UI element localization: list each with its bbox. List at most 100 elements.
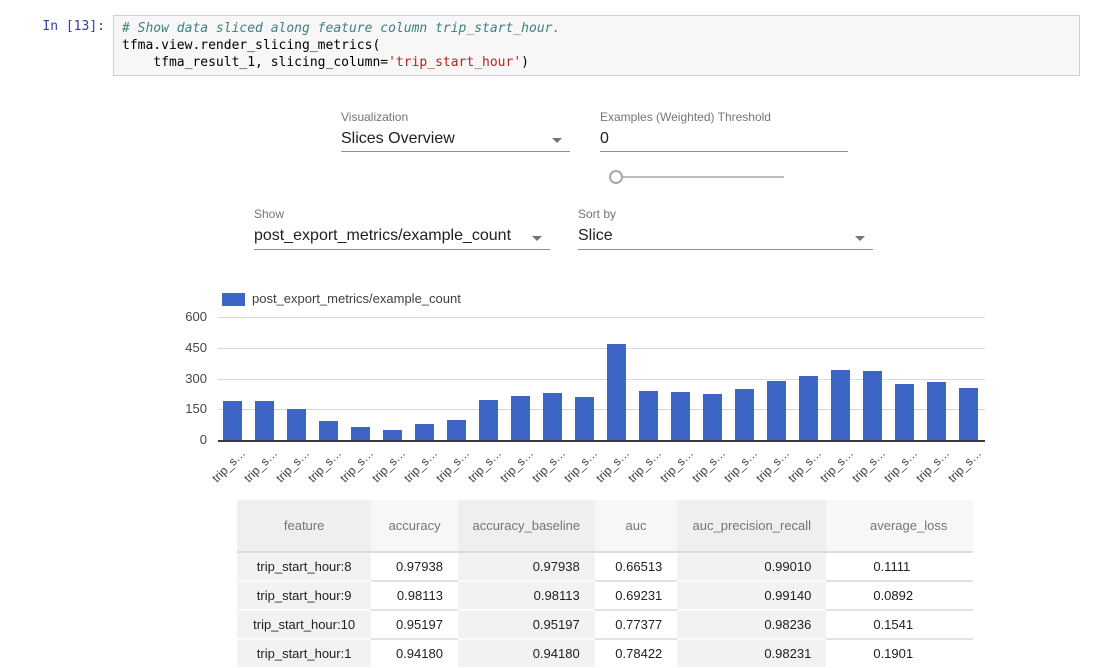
x-axis-label: trip_s… [817,446,856,485]
column-header-auc[interactable]: auc [595,500,678,553]
table-row: trip_start_hour:1 0.94180 0.94180 0.7842… [237,638,973,667]
cell-accuracy-baseline: 0.97938 [458,553,595,580]
slider-track[interactable] [616,176,784,178]
cell-auc-precision-recall: 0.98236 [677,609,826,638]
x-axis-baseline [218,440,985,442]
bar[interactable] [959,388,978,440]
bar[interactable] [351,427,370,440]
bar[interactable] [319,421,338,440]
cell-accuracy-baseline: 0.95197 [458,609,595,638]
x-axis-label: trip_s… [721,446,760,485]
threshold-slider[interactable] [609,170,785,184]
x-axis-label: trip_s… [913,446,952,485]
bar[interactable] [287,409,306,440]
cell-auc: 0.66513 [595,553,678,580]
x-axis-label: trip_s… [625,446,664,485]
visualization-select[interactable]: Visualization Slices Overview [341,110,570,152]
x-axis-label: trip_s… [753,446,792,485]
field-underline [341,151,570,152]
sort-by-select[interactable]: Sort by Slice [578,207,873,250]
threshold-value: 0 [600,129,848,149]
field-underline [600,151,848,152]
bar[interactable] [479,400,498,440]
bar[interactable] [863,371,882,440]
x-axis-label: trip_s… [945,446,984,485]
chevron-down-icon[interactable] [532,236,542,241]
bar[interactable] [831,370,850,440]
gridline [218,317,985,318]
bar[interactable] [703,394,722,440]
bar-chart: post_export_metrics/example_count 015030… [183,288,995,484]
cell-feature: trip_start_hour:10 [237,609,371,638]
threshold-input[interactable]: Examples (Weighted) Threshold 0 [600,110,848,152]
slider-knob[interactable] [609,170,623,184]
bar[interactable] [927,382,946,440]
y-axis-tick-label: 600 [183,310,207,324]
cell-auc: 0.78422 [595,638,678,667]
cell-accuracy: 0.95197 [371,609,458,638]
cell-auc-precision-recall: 0.99010 [677,553,826,580]
table-row: trip_start_hour:10 0.95197 0.95197 0.773… [237,609,973,638]
x-axis-label: trip_s… [689,446,728,485]
bar[interactable] [447,420,466,440]
bar[interactable] [511,396,530,440]
cell-feature: trip_start_hour:8 [237,553,371,580]
column-header-accuracy[interactable]: accuracy [371,500,458,553]
chevron-down-icon[interactable] [855,236,865,241]
visualization-label: Visualization [341,110,570,124]
legend-label: post_export_metrics/example_count [252,291,461,306]
cell-accuracy-baseline: 0.94180 [458,638,595,667]
bar[interactable] [735,389,754,440]
cell-average-loss: 0.1541 [826,609,973,638]
table-row: trip_start_hour:8 0.97938 0.97938 0.6651… [237,553,973,580]
bar[interactable] [671,392,690,440]
code-editor[interactable]: # Show data sliced along feature column … [113,15,1080,76]
x-axis-label: trip_s… [241,446,280,485]
column-header-accuracy-baseline[interactable]: accuracy_baseline [458,500,595,553]
bar[interactable] [607,344,626,440]
x-axis-label: trip_s… [465,446,504,485]
x-axis-label: trip_s… [881,446,920,485]
bar[interactable] [799,376,818,440]
threshold-label: Examples (Weighted) Threshold [600,110,848,124]
cell-average-loss: 0.1901 [826,638,973,667]
show-metric-select[interactable]: Show post_export_metrics/example_count [254,207,550,250]
column-header-auc-precision-recall[interactable]: auc_precision_recall [677,500,826,553]
table-header-row: feature accuracy accuracy_baseline auc a… [237,500,973,553]
x-axis-label: trip_s… [497,446,536,485]
bar[interactable] [415,424,434,440]
chevron-down-icon[interactable] [552,138,562,143]
bar[interactable] [223,401,242,440]
bar[interactable] [639,391,658,440]
bar[interactable] [895,384,914,440]
y-axis-tick-label: 0 [183,433,207,447]
x-axis-label: trip_s… [209,446,248,485]
field-underline [578,249,873,250]
cell-accuracy: 0.98113 [371,580,458,609]
notebook-page: In [13]: # Show data sliced along featur… [0,0,1111,668]
bar[interactable] [255,401,274,440]
column-header-feature[interactable]: feature [237,500,371,553]
code-comment: # Show data sliced along feature column … [122,21,560,36]
cell-average-loss: 0.0892 [826,580,973,609]
sort-by-label: Sort by [578,207,873,221]
cell-accuracy: 0.94180 [371,638,458,667]
bar[interactable] [575,397,594,440]
x-axis-label: trip_s… [593,446,632,485]
cell-auc-precision-recall: 0.98231 [677,638,826,667]
column-header-average-loss[interactable]: average_loss [826,500,973,553]
bar[interactable] [767,381,786,440]
bar[interactable] [543,393,562,440]
y-axis-tick-label: 450 [183,341,207,355]
x-axis-label: trip_s… [657,446,696,485]
cell-accuracy: 0.97938 [371,553,458,580]
metrics-table-container: feature accuracy accuracy_baseline auc a… [237,500,973,668]
visualization-value: Slices Overview [341,129,570,149]
legend-swatch [222,293,245,306]
x-axis-label: trip_s… [401,446,440,485]
cell-execution-prompt: In [13]: [0,19,105,34]
bar[interactable] [383,430,402,440]
code-line-3-close: ) [521,55,529,70]
cell-average-loss: 0.1111 [826,553,973,580]
x-axis-label: trip_s… [529,446,568,485]
